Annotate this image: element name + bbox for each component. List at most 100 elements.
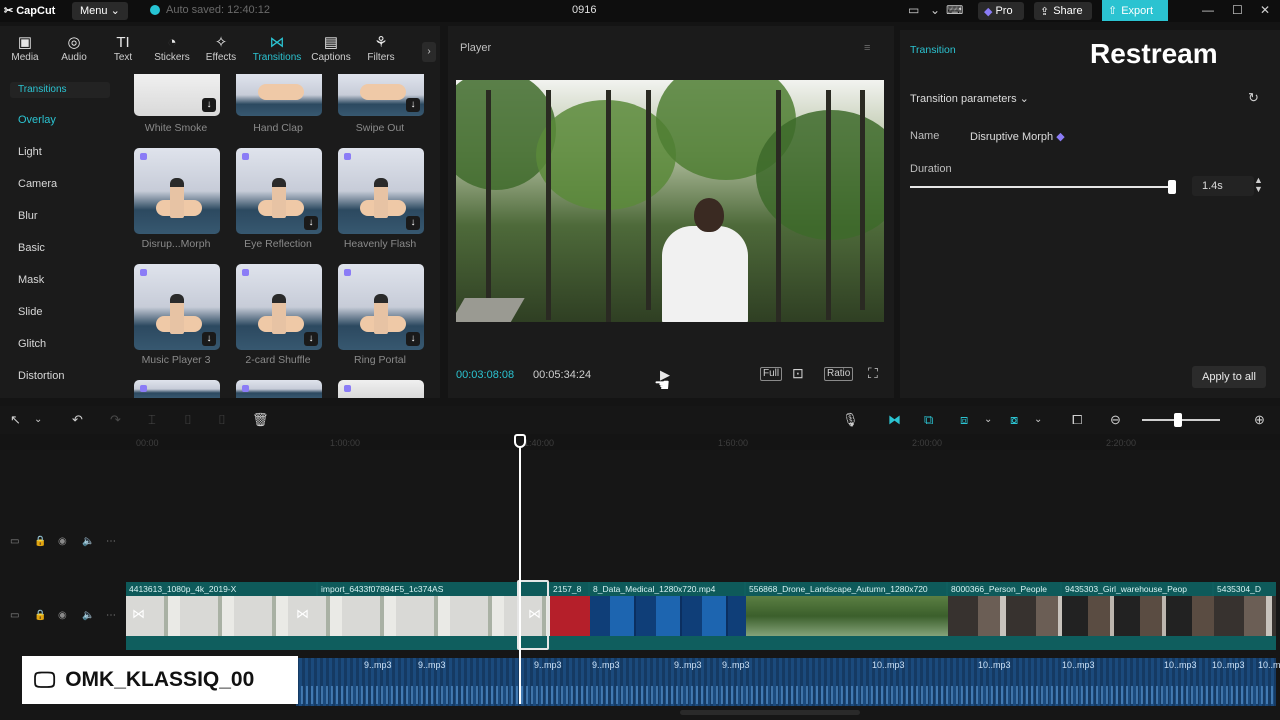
transition-thumb[interactable]: ↓ [338,74,424,116]
layout-icon[interactable]: ▭ [908,3,919,17]
tool-effects[interactable]: ✧ Effects [196,34,246,63]
video-clip[interactable] [948,596,1062,636]
transition-thumb[interactable]: ↓ [134,74,220,116]
download-icon[interactable]: ↓ [406,98,420,112]
minimize-icon[interactable]: — [1202,3,1214,17]
tool-transitions[interactable]: ⋈ Transitions [252,34,302,63]
category-distortion[interactable]: Distortion [18,370,64,382]
transition-thumb[interactable] [236,74,322,116]
transition-thumb[interactable] [134,148,220,234]
apply-to-all-button[interactable]: Apply to all [1192,366,1266,388]
mute-icon[interactable]: 🔈 [82,610,94,621]
transition-thumb[interactable]: ↓ [338,264,424,350]
video-clip[interactable] [746,596,948,636]
split-right-icon[interactable]: ⌷ [218,412,226,428]
category-slide[interactable]: Slide [18,306,42,318]
player-menu-icon[interactable]: ≡ [864,42,870,54]
undo-icon[interactable]: ↶ [72,412,83,428]
eye-icon[interactable]: ◉ [58,536,67,547]
preview-axis-icon[interactable]: ⧇ [1010,412,1018,428]
mute-icon[interactable]: 🔈 [82,536,94,547]
export-button[interactable]: ⇧ Export [1102,0,1168,21]
timeline-scrollbar[interactable] [680,710,860,715]
duration-slider[interactable] [910,186,1172,188]
more-icon[interactable]: ⋯ [106,536,116,547]
category-mask[interactable]: Mask [18,274,44,286]
duration-slider-handle[interactable] [1168,180,1176,194]
transition-thumb[interactable] [338,380,424,398]
download-icon[interactable]: ↓ [406,216,420,230]
redo-icon[interactable]: ↷ [110,412,121,428]
category-blur[interactable]: Blur [18,210,38,222]
cursor-dropdown-icon[interactable]: ⌄ [34,414,42,425]
category-camera[interactable]: Camera [18,178,57,190]
track-cover-icon[interactable]: ▭ [10,610,19,621]
video-clip[interactable] [126,596,550,636]
preview-dropdown-icon[interactable]: ⌄ [1034,414,1042,425]
category-light[interactable]: Light [18,146,42,158]
timeline-ruler[interactable]: 00:00 1:00:00 1:40:00 1:60:00 2:00:00 2:… [126,436,1280,450]
transition-thumb[interactable]: ↓ [236,148,322,234]
more-icon[interactable]: ⋯ [106,610,116,621]
snapshot-icon[interactable]: ⊡ [792,365,804,382]
transition-marker-icon[interactable]: ⋈ [296,606,309,622]
transition-parameters-label[interactable]: Transition parameters ⌄ [910,92,1029,105]
main-video-track[interactable]: 4413613_1080p_4k_2019-X import_6433f0789… [126,582,1276,650]
zoom-slider-handle[interactable] [1174,413,1182,427]
link-clips-icon[interactable]: ⧓ [888,412,901,428]
video-clip[interactable] [590,596,746,636]
lock-icon[interactable]: 🔒 [34,610,46,621]
toolbar-more-icon[interactable]: › [422,42,436,62]
duration-input[interactable]: 1.4s [1192,176,1254,196]
ratio-button[interactable]: Ratio [824,367,854,381]
tab-transition[interactable]: Transition [910,44,956,56]
tool-text[interactable]: TI Text [98,34,148,63]
tool-filters[interactable]: ⚘ Filters [356,34,406,63]
download-icon[interactable]: ↓ [406,332,420,346]
download-icon[interactable]: ↓ [202,332,216,346]
playhead[interactable] [519,436,521,704]
magnet-icon[interactable]: ⧉ [924,412,933,428]
fullscreen-icon[interactable]: ⛶ [868,365,878,382]
category-glitch[interactable]: Glitch [18,338,46,350]
selected-transition[interactable] [517,580,549,650]
full-button[interactable]: Full [760,367,783,381]
transition-thumb[interactable] [236,380,322,398]
tool-stickers[interactable]: ◔ Stickers [147,34,197,63]
maximize-icon[interactable]: ☐ [1232,3,1243,17]
aspect-icon[interactable]: ⧠ [1072,412,1082,428]
zoom-in-icon[interactable]: ⊕ [1254,412,1265,428]
microphone-icon[interactable]: 🎙 [842,412,859,428]
download-icon[interactable]: ↓ [304,216,318,230]
pro-button[interactable]: ◆ Pro [978,2,1024,20]
tool-media[interactable]: ▣ Media [0,34,50,63]
video-preview[interactable] [456,80,884,322]
video-clip[interactable] [1214,596,1276,636]
playhead-handle[interactable] [514,434,526,448]
download-icon[interactable]: ↓ [202,98,216,112]
zoom-out-icon[interactable]: ⊖ [1110,412,1121,428]
tool-audio[interactable]: ◎ Audio [49,34,99,63]
category-overlay[interactable]: Overlay [18,114,56,126]
category-basic[interactable]: Basic [18,242,45,254]
delete-icon[interactable]: 🗑 [252,412,269,428]
split-left-icon[interactable]: ⌷ [184,412,192,428]
split-icon[interactable]: ⌶ [148,412,156,428]
reset-icon[interactable]: ↻ [1248,90,1259,106]
transition-marker-icon[interactable]: ⋈ [132,606,145,622]
close-icon[interactable]: ✕ [1260,3,1270,17]
layout-dropdown-icon[interactable]: ⌄ [930,3,940,17]
snap-icon[interactable]: ⧈ [960,412,968,428]
video-clip[interactable] [1062,596,1214,636]
video-clip[interactable] [550,596,590,636]
tool-captions[interactable]: ▤ Captions [306,34,356,63]
shortcut-icon[interactable]: ⌨ [946,3,963,17]
duration-stepper-icon[interactable]: ▲ ▼ [1254,176,1263,194]
transition-thumb[interactable]: ↓ [236,264,322,350]
audio-track[interactable]: 9..mp3 9..mp3 9..mp3 9..mp3 9..mp3 9..mp… [296,658,1280,706]
lock-icon[interactable]: 🔒 [34,536,46,547]
transition-thumb[interactable]: ↓ [338,148,424,234]
transition-thumb[interactable]: ↓ [134,264,220,350]
snap-dropdown-icon[interactable]: ⌄ [984,414,992,425]
category-header[interactable]: Transitions [10,82,110,98]
